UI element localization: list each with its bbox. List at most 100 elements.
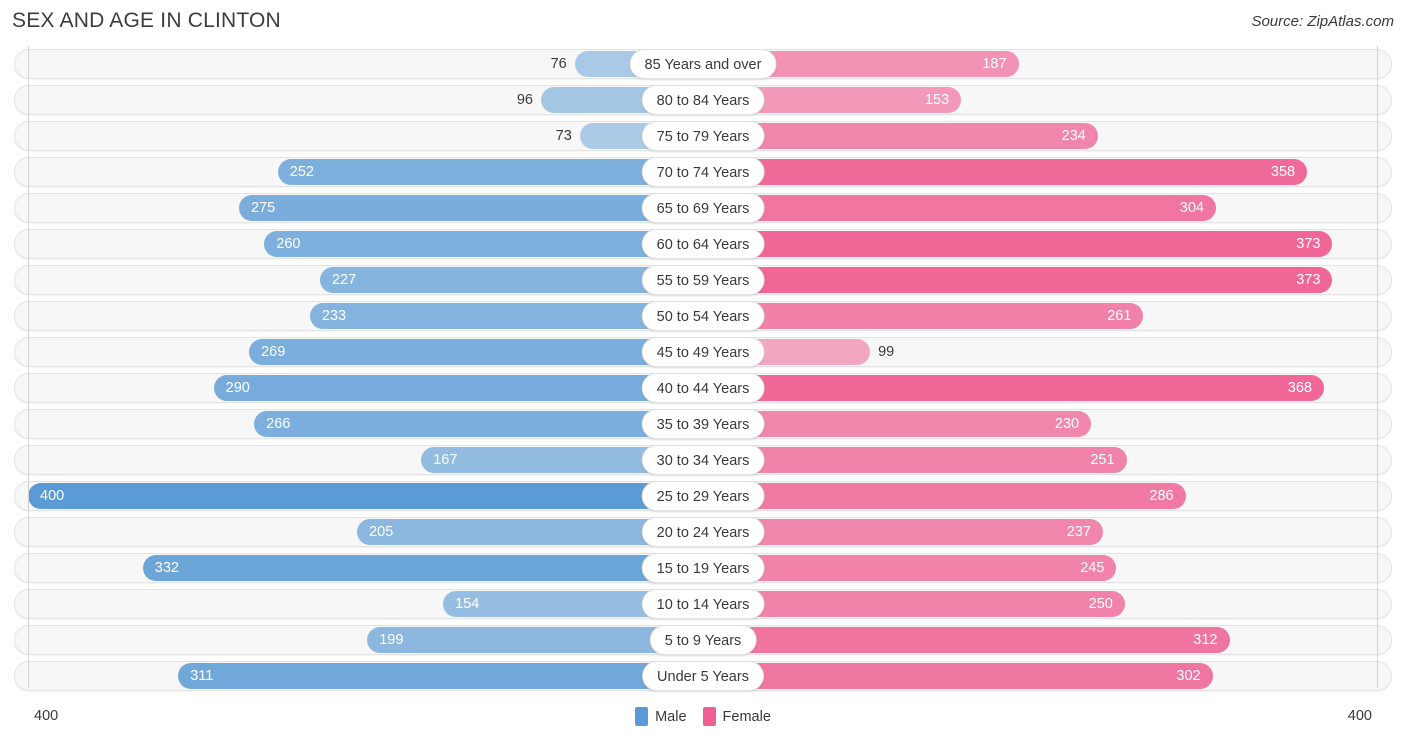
male-half: 252	[28, 154, 703, 190]
age-group-label: 75 to 79 Years	[641, 121, 765, 151]
male-value-label: 167	[433, 452, 458, 468]
chart-row: 332 245 15 to 19 Years	[0, 550, 1406, 586]
female-bar[interactable]	[703, 195, 1216, 221]
female-value-label: 373	[1296, 272, 1321, 288]
chart-row: 154 250 10 to 14 Years	[0, 586, 1406, 622]
age-group-label: 25 to 29 Years	[641, 481, 765, 511]
age-group-label: 40 to 44 Years	[641, 373, 765, 403]
male-bar[interactable]	[264, 231, 703, 257]
chart-row: 311 302 Under 5 Years	[0, 658, 1406, 694]
female-value-label: 312	[1193, 632, 1218, 648]
female-value-label: 230	[1054, 416, 1080, 432]
female-bar[interactable]	[703, 591, 1125, 617]
age-group-label: 35 to 39 Years	[641, 409, 765, 439]
female-bar[interactable]	[703, 159, 1308, 185]
female-bar[interactable]	[703, 555, 1117, 581]
female-bar[interactable]	[703, 231, 1333, 257]
female-half: 251	[703, 442, 1377, 478]
male-half: 76	[28, 46, 703, 82]
female-bar[interactable]	[703, 375, 1324, 401]
male-half: 199	[28, 622, 703, 658]
age-group-label: 60 to 64 Years	[641, 229, 765, 259]
female-value-label: 153	[924, 92, 950, 108]
female-half: 230	[703, 406, 1377, 442]
female-half: 373	[703, 226, 1377, 262]
age-group-label: 45 to 49 Years	[641, 337, 765, 367]
male-half: 154	[28, 586, 703, 622]
male-value-label: 311	[190, 668, 214, 684]
male-bar[interactable]	[238, 195, 703, 221]
female-value-label: 261	[1107, 308, 1132, 324]
female-value-label: 373	[1296, 236, 1321, 252]
legend-label-male: Male	[655, 708, 687, 725]
age-group-label: Under 5 Years	[642, 661, 764, 691]
female-half: 302	[703, 658, 1377, 694]
male-value-label: 260	[276, 236, 301, 252]
female-value-label: 245	[1080, 560, 1105, 576]
female-bar[interactable]	[703, 483, 1186, 509]
female-half: 245	[703, 550, 1377, 586]
age-group-label: 80 to 84 Years	[641, 85, 765, 115]
male-value-label: 266	[266, 416, 291, 432]
chart-row: 266 230 35 to 39 Years	[0, 406, 1406, 442]
chart-header: SEX AND AGE IN CLINTON Source: ZipAtlas.…	[0, 0, 1406, 46]
female-half: 373	[703, 262, 1377, 298]
female-half: 153	[703, 82, 1377, 118]
legend-swatch-male-icon	[635, 707, 649, 726]
chart-row: 260 373 60 to 64 Years	[0, 226, 1406, 262]
chart-row: 227 373 55 to 59 Years	[0, 262, 1406, 298]
male-bar[interactable]	[142, 555, 703, 581]
male-bar[interactable]	[178, 663, 703, 689]
male-value-label: 332	[154, 560, 179, 576]
male-half: 269	[28, 334, 703, 370]
age-group-label: 30 to 34 Years	[641, 445, 765, 475]
female-half: 312	[703, 622, 1377, 658]
male-half: 275	[28, 190, 703, 226]
female-half: 261	[703, 298, 1377, 334]
age-group-label: 55 to 59 Years	[641, 265, 765, 295]
chart-row: 76 187 85 Years and over	[0, 46, 1406, 82]
female-half: 250	[703, 586, 1377, 622]
female-bar[interactable]	[703, 303, 1144, 329]
male-half: 332	[28, 550, 703, 586]
male-half: 233	[28, 298, 703, 334]
age-group-label: 5 to 9 Years	[649, 625, 757, 655]
male-bar[interactable]	[249, 339, 703, 365]
chart-row: 167 251 30 to 34 Years	[0, 442, 1406, 478]
male-bar[interactable]	[277, 159, 703, 185]
female-half: 99	[703, 334, 1377, 370]
age-group-label: 70 to 74 Years	[641, 157, 765, 187]
age-group-label: 50 to 54 Years	[641, 301, 765, 331]
female-half: 187	[703, 46, 1377, 82]
male-value-label: 199	[379, 632, 404, 648]
population-pyramid-chart: 76 187 85 Years and over 96 153 80 to 84 Year…	[0, 46, 1406, 696]
female-bar[interactable]	[703, 627, 1230, 653]
age-group-label: 85 Years and over	[629, 49, 777, 79]
chart-row: 199 312 5 to 9 Years	[0, 622, 1406, 658]
legend-item-female[interactable]: Female	[702, 707, 771, 726]
male-value-label: 227	[331, 272, 357, 288]
chart-row: 275 304 65 to 69 Years	[0, 190, 1406, 226]
chart-row: 400 286 25 to 29 Years	[0, 478, 1406, 514]
legend-item-male[interactable]: Male	[635, 707, 687, 726]
female-bar[interactable]	[703, 267, 1333, 293]
male-half: 266	[28, 406, 703, 442]
male-half: 73	[28, 118, 703, 154]
male-bar[interactable]	[254, 411, 703, 437]
page-title: SEX AND AGE IN CLINTON	[12, 9, 281, 32]
male-bar[interactable]	[213, 375, 703, 401]
male-value-label: 269	[261, 344, 286, 360]
male-half: 167	[28, 442, 703, 478]
female-value-label: 358	[1270, 164, 1296, 180]
male-half: 227	[28, 262, 703, 298]
male-value-label: 96	[516, 92, 533, 108]
male-bar[interactable]	[28, 483, 703, 509]
female-half: 234	[703, 118, 1377, 154]
age-group-label: 65 to 69 Years	[641, 193, 765, 223]
female-bar[interactable]	[703, 447, 1127, 473]
chart-row: 73 234 75 to 79 Years	[0, 118, 1406, 154]
female-value-label: 286	[1149, 488, 1174, 504]
female-value-label: 187	[982, 56, 1007, 72]
female-bar[interactable]	[703, 663, 1213, 689]
male-half: 260	[28, 226, 703, 262]
